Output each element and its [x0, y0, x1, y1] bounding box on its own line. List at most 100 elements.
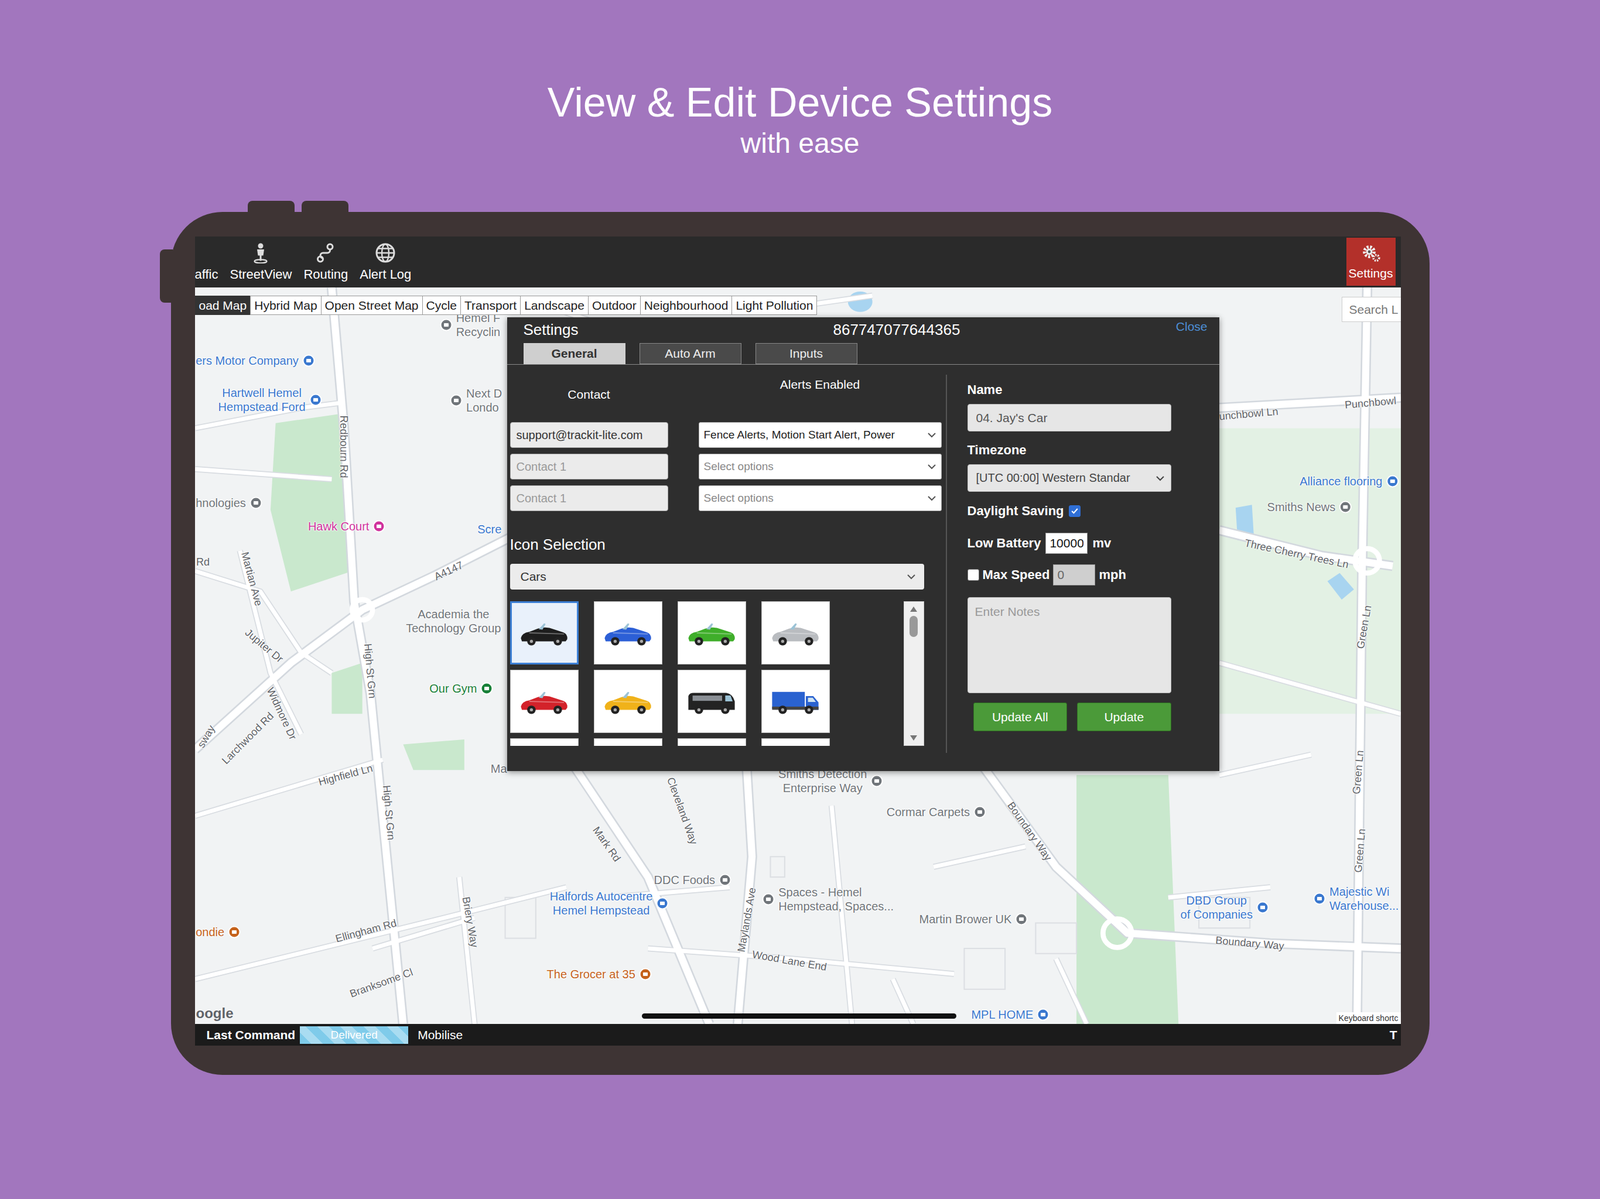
vehicle-figure [601, 617, 655, 649]
map-type-button[interactable]: Cycle [422, 295, 462, 316]
place-label[interactable]: Martin Brower UK [919, 912, 1029, 927]
home-indicator [641, 1013, 957, 1020]
scrollbar[interactable] [903, 601, 925, 747]
map-pin-icon [302, 354, 316, 368]
alerts-select[interactable]: Select options [698, 453, 942, 480]
icon-tile[interactable] [593, 601, 663, 665]
toolbar-item[interactable]: Alert Log [359, 242, 412, 282]
map-type-button[interactable]: oad Map [195, 295, 252, 316]
place-name: DBD Group of Companies [1180, 893, 1253, 922]
icon-tile[interactable] [510, 601, 579, 665]
place-label[interactable]: Our Gym [429, 681, 494, 696]
place-label[interactable]: The Grocer at 35 [546, 967, 652, 982]
place-label[interactable]: Scre [477, 522, 502, 537]
column-headers: ContactAlerts Enabled [510, 382, 946, 408]
map-pin-icon [761, 893, 775, 907]
update-button[interactable]: Update [1077, 702, 1172, 732]
street-label: Rd [196, 555, 210, 569]
google-logo: oogle [196, 1005, 234, 1022]
place-label[interactable]: Hartwell Hemel Hempstead Ford [218, 385, 323, 415]
notes-input[interactable] [967, 597, 1172, 694]
place-label[interactable]: hnologies [195, 496, 263, 511]
place-label[interactable]: Hawk Court [308, 519, 386, 534]
map-view[interactable]: ers Motor Company Hartwell Hemel Hempstea… [195, 287, 1401, 1025]
promo-title: View & Edit Device Settings [547, 79, 1053, 126]
map-type-button[interactable]: Landscape [520, 295, 589, 316]
icon-tile[interactable] [593, 738, 663, 747]
update-all-button[interactable]: Update All [973, 702, 1068, 732]
vehicle-figure [517, 617, 571, 649]
place-label[interactable]: ers Motor Company [195, 353, 316, 368]
place-label[interactable]: Majestic Wi Warehouse... [1313, 884, 1399, 914]
icon-tile[interactable] [761, 601, 830, 665]
dialog-header: Settings867747077644365Close [507, 317, 1220, 344]
contact-input[interactable] [510, 422, 669, 449]
map-pin-icon [1256, 901, 1270, 915]
icon-category-select[interactable]: Cars [510, 563, 925, 590]
dialog-tabs: General Auto Arm Inputs [507, 343, 1220, 365]
place-label[interactable]: DDC Foods [654, 873, 732, 888]
place-label[interactable]: Hemel F Recyclin [439, 310, 501, 340]
max-speed-checkbox[interactable] [967, 569, 980, 581]
map-type-button[interactable]: Outdoor [587, 295, 641, 316]
place-label[interactable]: Academia the Technology Group [405, 607, 501, 636]
toolbar-item[interactable]: Routing [303, 242, 348, 282]
place-label[interactable]: ondie [195, 925, 241, 940]
alerts-select[interactable]: Select options [698, 485, 942, 512]
place-label[interactable]: Next D Londo [449, 386, 502, 415]
icon-tile[interactable] [677, 669, 747, 734]
map-pin-icon [870, 774, 884, 788]
dialog-body: ContactAlerts Enabled Fence Alerts, Motio… [507, 364, 1220, 772]
place-label[interactable]: MPL HOME [971, 1007, 1050, 1022]
place-label[interactable]: Halfords Autocentre Hemel Hempstead [549, 889, 670, 918]
map-type-button[interactable]: Light Pollution [731, 295, 817, 316]
contact-input[interactable] [510, 453, 669, 480]
map-pin-icon [227, 925, 241, 939]
icon-tile[interactable] [761, 669, 830, 734]
place-label[interactable]: Ma [490, 761, 508, 776]
toolbar-label: StreetView [229, 267, 292, 282]
vehicle-figure [517, 685, 571, 718]
place-label[interactable]: Smiths Detection Enterprise Way [778, 767, 884, 796]
place-label[interactable]: DBD Group of Companies [1180, 893, 1270, 922]
name-input[interactable] [967, 404, 1172, 432]
keyboard-shortcuts-link[interactable]: Keyboard shortc [1336, 1012, 1401, 1025]
place-label[interactable]: Smiths News [1267, 500, 1353, 515]
icon-tile[interactable] [593, 669, 663, 734]
settings-button[interactable]: Settings [1346, 237, 1396, 286]
low-battery-input[interactable] [1045, 532, 1088, 555]
command-status: Delivered [299, 1026, 409, 1045]
contact-input[interactable] [510, 485, 669, 512]
scroll-thumb[interactable] [909, 616, 918, 638]
map-type-button[interactable]: Hybrid Map [250, 295, 321, 316]
map-type-button[interactable]: Transport [460, 295, 521, 316]
tab[interactable]: Auto Arm [639, 343, 742, 365]
toolbar-item[interactable]: StreetView [229, 242, 292, 282]
tab[interactable]: General [523, 343, 626, 365]
map-type-button[interactable]: Neighbourhood [640, 295, 733, 316]
map-search[interactable]: Search L [1341, 296, 1401, 323]
vehicle-figure [685, 617, 738, 649]
place-label[interactable]: Alliance flooring [1299, 474, 1399, 489]
tab[interactable]: Inputs [755, 343, 858, 365]
place-label[interactable]: Cormar Carpets [886, 805, 987, 820]
chevron-down-icon [905, 571, 918, 583]
icon-tile[interactable] [761, 738, 830, 747]
close-link[interactable]: Close [1175, 319, 1208, 334]
chevron-down-icon [925, 492, 938, 505]
timezone-select[interactable]: [UTC 00:00] Western Standar [967, 464, 1172, 492]
map-type-button[interactable]: Open Street Map [320, 295, 423, 316]
icon-tile[interactable] [510, 738, 579, 747]
max-speed-input[interactable] [1053, 564, 1096, 586]
icon-tile[interactable] [677, 738, 747, 747]
map-pin-icon [1338, 500, 1352, 514]
place-name: Hawk Court [308, 519, 369, 534]
place-label[interactable]: Spaces - Hemel Hempstead, Spaces... [761, 885, 894, 914]
place-name: Halfords Autocentre Hemel Hempstead [549, 889, 654, 918]
icon-tile[interactable] [677, 601, 747, 665]
daylight-saving-checkbox[interactable] [1068, 505, 1081, 518]
alerts-select[interactable]: Fence Alerts, Motion Start Alert, Power [698, 422, 942, 449]
toolbar-item[interactable]: affic [195, 242, 219, 282]
icon-tile[interactable] [510, 669, 579, 734]
settings-dialog: Settings867747077644365CloseGeneral Auto … [507, 317, 1220, 772]
